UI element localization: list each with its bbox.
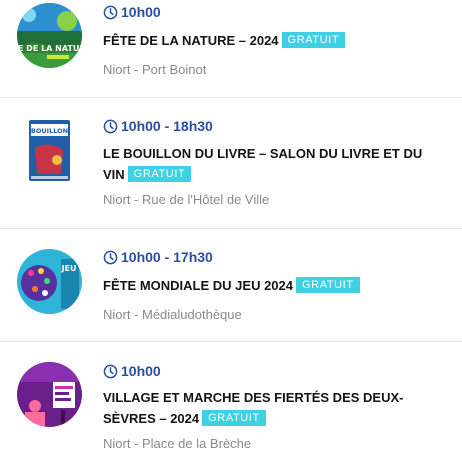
event-thumbnail[interactable]: JEU	[17, 249, 82, 314]
svg-text:JEU: JEU	[61, 264, 77, 273]
event-title-text: FÊTE MONDIALE DU JEU 2024	[103, 278, 293, 293]
event-time: 10h00	[103, 3, 161, 21]
event-time-text: 10h00	[121, 363, 161, 379]
event-time: 10h00	[103, 362, 161, 380]
event-title[interactable]: FÊTE MONDIALE DU JEU 2024 GRATUIT	[103, 275, 448, 296]
event-card[interactable]: TE DE LA NATUR 10h00 FÊTE DE LA NATURE –…	[0, 0, 462, 98]
event-location: Niort - Rue de l'Hôtel de Ville	[103, 192, 270, 207]
event-title-line-1: VILLAGE ET MARCHE DES FIERTÉS DES DEUX-	[103, 390, 404, 405]
event-location: Niort - Médialudothèque	[103, 307, 242, 322]
event-time: 10h00 - 18h30	[103, 117, 213, 135]
thumbnail-text: BOUILLON	[31, 127, 68, 135]
event-title[interactable]: LE BOUILLON DU LIVRE – SALON DU LIVRE ET…	[103, 143, 448, 185]
event-card[interactable]: 10h00 VILLAGE ET MARCHE DES FIERTÉS DES …	[0, 342, 462, 462]
free-badge: GRATUIT	[296, 277, 360, 293]
free-badge: GRATUIT	[127, 166, 192, 182]
event-title[interactable]: FÊTE DE LA NATURE – 2024 GRATUIT	[103, 30, 448, 51]
clock-icon	[103, 119, 118, 133]
event-title-line-2: VIN	[103, 167, 125, 182]
event-time: 10h00 - 17h30	[103, 248, 213, 266]
event-location: Niort - Port Boinot	[103, 62, 207, 77]
clock-icon	[103, 364, 118, 378]
event-title-text: FÊTE DE LA NATURE – 2024	[103, 33, 279, 48]
free-badge: GRATUIT	[202, 410, 266, 426]
event-card[interactable]: BOUILLON 10h00 - 18h30 LE BOUILLON DU LI…	[0, 98, 462, 229]
event-time-text: 10h00 - 17h30	[121, 249, 213, 265]
event-title-line-2: SÈVRES – 2024	[103, 411, 200, 426]
event-time-text: 10h00	[121, 4, 161, 20]
event-thumbnail[interactable]	[17, 362, 82, 427]
event-list: TE DE LA NATUR 10h00 FÊTE DE LA NATURE –…	[0, 0, 462, 462]
free-badge: GRATUIT	[281, 32, 346, 48]
event-thumbnail[interactable]: BOUILLON	[17, 118, 82, 183]
event-title-line-1: LE BOUILLON DU LIVRE – SALON DU LIVRE ET…	[103, 146, 423, 161]
clock-icon	[103, 5, 118, 19]
event-time-text: 10h00 - 18h30	[121, 118, 213, 134]
event-card[interactable]: JEU 10h00 - 17h30 FÊTE MONDIALE DU JEU 2…	[0, 229, 462, 342]
clock-icon	[103, 250, 118, 264]
thumbnail-text: TE DE LA NATUR	[17, 44, 82, 53]
event-title[interactable]: VILLAGE ET MARCHE DES FIERTÉS DES DEUX- …	[103, 387, 448, 429]
event-location: Niort - Place de la Brèche	[103, 436, 252, 451]
event-thumbnail[interactable]: TE DE LA NATUR	[17, 3, 82, 68]
